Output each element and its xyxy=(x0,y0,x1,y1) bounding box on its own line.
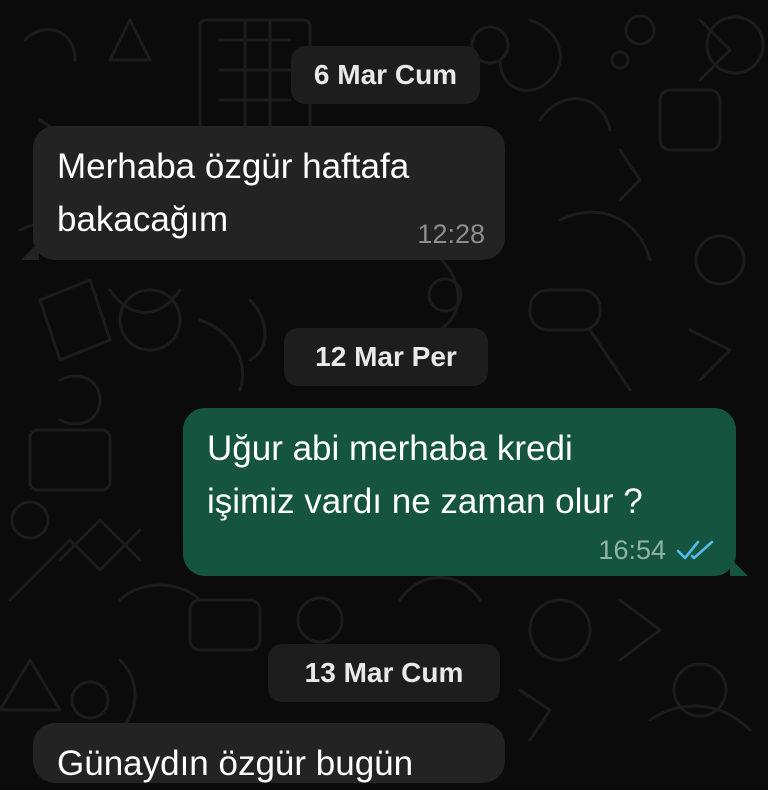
incoming-message-bubble[interactable]: Merhaba özgür haftafa bakacağım 12:28 xyxy=(21,126,505,260)
date-separator: 6 Mar Cum xyxy=(291,46,480,104)
message-meta: 12:28 xyxy=(417,218,485,250)
date-separator: 13 Mar Cum xyxy=(268,644,500,702)
message-time: 16:54 xyxy=(598,535,666,565)
message-time: 12:28 xyxy=(417,219,485,249)
outgoing-message-bubble[interactable]: Uğur abi merhaba kredi işimiz vardı ne z… xyxy=(183,408,748,576)
double-check-read-icon xyxy=(676,538,716,562)
incoming-message-bubble[interactable]: Günaydın özgür bugün xyxy=(33,723,505,783)
date-separator: 12 Mar Per xyxy=(284,328,488,386)
bubble-tail xyxy=(730,558,748,576)
message-meta: 16:54 xyxy=(598,534,716,566)
bubble-tail xyxy=(21,242,39,260)
message-text: Uğur abi merhaba kredi işimiz vardı ne z… xyxy=(207,429,643,521)
message-text: Günaydın özgür bugün xyxy=(57,744,414,783)
